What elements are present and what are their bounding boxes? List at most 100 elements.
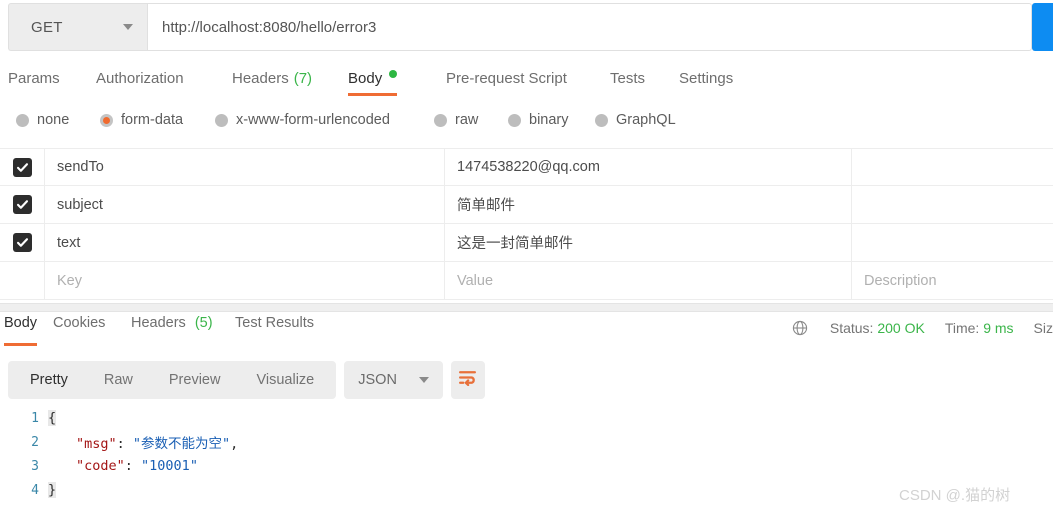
table-row[interactable]: sendTo 1474538220@qq.com [0, 148, 1053, 186]
cell-value-placeholder[interactable]: Value [445, 261, 852, 300]
code-brace-close: } [48, 482, 57, 498]
pane-resize-divider[interactable] [0, 303, 1053, 312]
checkbox-checked-icon [12, 195, 32, 214]
row-enabled-checkbox[interactable] [0, 148, 45, 186]
status-code-group[interactable]: Status: 200 OK [830, 320, 925, 336]
tab-tests[interactable]: Tests [610, 60, 645, 104]
radio-icon [508, 113, 521, 127]
body-type-graphql[interactable]: GraphQL [595, 112, 676, 128]
cell-description[interactable] [852, 148, 1053, 186]
checkbox-checked-icon [12, 157, 32, 177]
json-key: "code" [76, 458, 125, 474]
json-value: "10001" [141, 458, 198, 474]
tab-tests-label: Tests [610, 70, 646, 87]
view-mode-raw[interactable]: Raw [86, 365, 151, 395]
radio-icon [16, 113, 29, 127]
radio-icon [434, 113, 447, 127]
body-type-none-label: none [37, 112, 70, 128]
body-type-raw[interactable]: raw [434, 112, 478, 128]
code-brace-open: { [48, 410, 57, 426]
view-mode-preview-label: Preview [168, 372, 221, 388]
view-mode-preview[interactable]: Preview [151, 365, 239, 395]
cell-value[interactable]: 简单邮件 [445, 185, 852, 224]
radio-icon [215, 113, 228, 127]
http-method-label: GET [31, 18, 63, 36]
table-row[interactable]: subject 简单邮件 [0, 185, 1053, 224]
view-mode-pretty-label: Pretty [30, 372, 68, 388]
response-tab-headers[interactable]: Headers (5) [131, 312, 213, 346]
active-response-tab-underline [4, 343, 38, 346]
response-format-select[interactable]: JSON [344, 361, 443, 399]
request-url-bar: GET http://localhost:8080/hello/error3 [0, 0, 1053, 57]
url-input[interactable]: http://localhost:8080/hello/error3 [147, 3, 1032, 51]
body-type-raw-label: raw [455, 112, 479, 128]
tab-authorization[interactable]: Authorization [96, 60, 184, 104]
http-method-select[interactable]: GET [8, 3, 147, 51]
cell-value[interactable]: 这是一封简单邮件 [445, 223, 852, 262]
status-value: 200 OK [877, 320, 925, 336]
table-row-empty[interactable]: Key Value Description [0, 261, 1053, 300]
checkbox-checked-icon [12, 233, 32, 252]
response-body-viewer[interactable]: 1 { 2 "msg": "参数不能为空", 3 "code": "10001"… [0, 406, 1053, 514]
form-data-table: sendTo 1474538220@qq.com subject 简单邮件 te… [0, 148, 1053, 303]
word-wrap-toggle[interactable] [450, 361, 485, 399]
cell-description[interactable] [852, 186, 1053, 224]
body-type-form-data[interactable]: form-data [100, 112, 183, 128]
view-mode-visualize[interactable]: Visualize [238, 365, 332, 395]
code-line: 3 "code": "10001" [0, 454, 1053, 478]
code-content: "msg": "参数不能为空", [48, 432, 238, 452]
code-line: 1 { [0, 406, 1053, 430]
tab-settings[interactable]: Settings [679, 60, 733, 104]
body-type-none[interactable]: none [16, 112, 69, 128]
radio-selected-icon [100, 113, 113, 127]
view-mode-pretty[interactable]: Pretty [12, 365, 86, 395]
tab-settings-label: Settings [679, 70, 734, 87]
cell-key[interactable]: subject [45, 185, 445, 224]
cell-value[interactable]: 1474538220@qq.com [445, 148, 852, 186]
body-type-urlencoded[interactable]: x-www-form-urlencoded [215, 112, 390, 128]
body-type-radio-group: none form-data x-www-form-urlencoded raw… [0, 112, 1053, 144]
word-wrap-icon [458, 369, 477, 391]
line-number: 4 [31, 482, 39, 498]
tab-headers[interactable]: Headers (7) [232, 60, 312, 104]
response-size-label-truncated[interactable]: Siz [1034, 320, 1053, 336]
body-type-binary[interactable]: binary [508, 112, 569, 128]
response-tab-headers-label: Headers [131, 315, 186, 331]
response-tab-body[interactable]: Body [4, 312, 38, 346]
request-tab-bar: Params Authorization Headers (7) Body Pr… [0, 60, 1053, 104]
key-value: sendTo [57, 159, 104, 175]
cell-description-placeholder[interactable]: Description [852, 262, 1053, 300]
send-button[interactable] [1032, 3, 1053, 51]
radio-icon [595, 113, 608, 127]
code-line: 4 } [0, 478, 1053, 502]
tab-body[interactable]: Body [348, 60, 398, 104]
tab-pre-request-script[interactable]: Pre-request Script [446, 60, 567, 104]
line-number: 1 [31, 410, 39, 426]
row-enabled-checkbox[interactable] [0, 223, 45, 262]
tab-params[interactable]: Params [8, 60, 60, 104]
response-tab-cookies[interactable]: Cookies [53, 312, 105, 346]
value-value: 1474538220@qq.com [457, 159, 600, 175]
tab-authorization-label: Authorization [96, 70, 184, 87]
tab-params-label: Params [8, 70, 60, 87]
cell-key-placeholder[interactable]: Key [45, 261, 445, 300]
line-number: 3 [31, 458, 39, 474]
cell-key[interactable]: sendTo [45, 148, 445, 186]
value-value: 这是一封简单邮件 [457, 236, 573, 252]
row-enabled-checkbox[interactable] [0, 185, 45, 224]
code-line: 2 "msg": "参数不能为空", [0, 430, 1053, 454]
json-comma: , [230, 436, 239, 452]
table-row[interactable]: text 这是一封简单邮件 [0, 223, 1053, 262]
response-time-group[interactable]: Time: 9 ms [945, 320, 1014, 336]
key-value: subject [57, 196, 103, 213]
cell-key[interactable]: text [45, 223, 445, 262]
body-type-form-data-label: form-data [121, 112, 184, 128]
description-placeholder: Description [864, 272, 937, 289]
row-enabled-checkbox-empty[interactable] [0, 261, 45, 300]
cell-description[interactable] [852, 224, 1053, 262]
json-value: "参数不能为空" [132, 436, 231, 452]
response-view-toolbar: Pretty Raw Preview Visualize JSON [8, 361, 485, 399]
code-content: "code": "10001" [48, 458, 198, 474]
value-placeholder: Value [457, 272, 494, 289]
response-tab-test-results[interactable]: Test Results [235, 312, 314, 346]
